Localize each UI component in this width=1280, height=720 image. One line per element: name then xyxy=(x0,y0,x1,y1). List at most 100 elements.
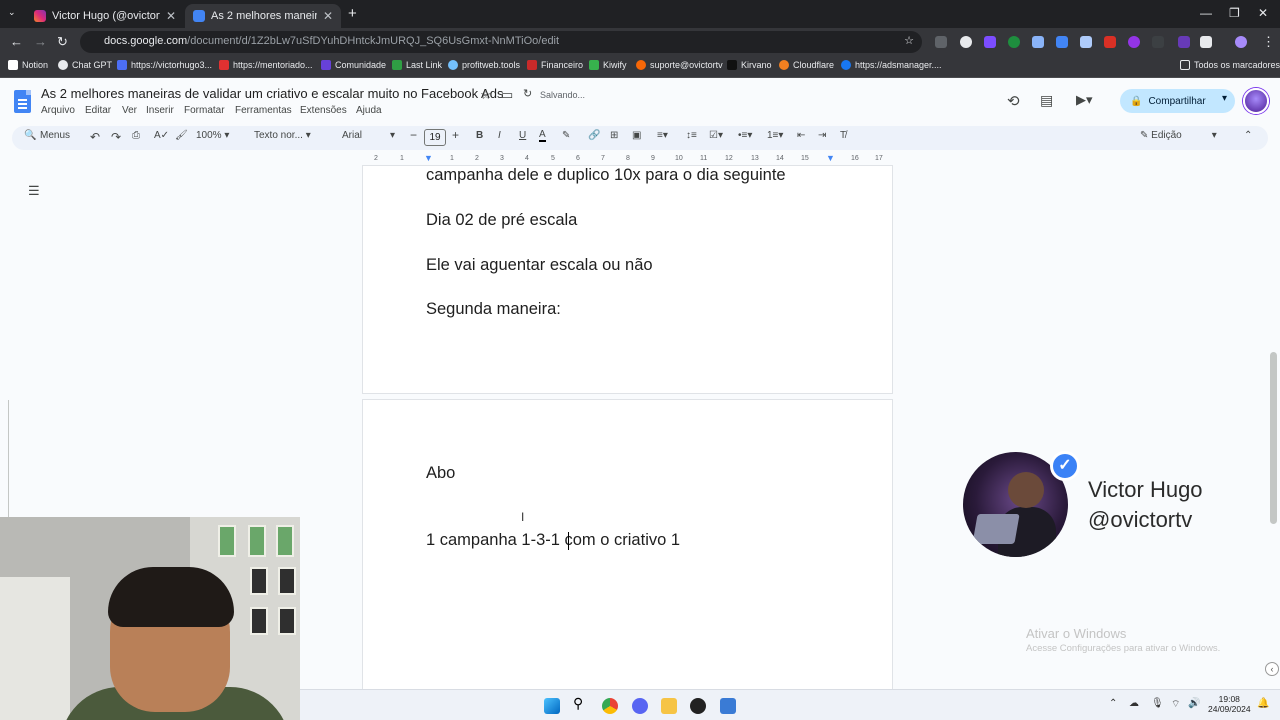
network-icon[interactable]: ☁ xyxy=(1129,698,1139,709)
document-line[interactable]: campanha dele e duplico 10x para o dia s… xyxy=(426,166,786,185)
bookmark-item[interactable]: Kirvano xyxy=(727,60,772,70)
checklist-icon[interactable]: ☑▾ xyxy=(709,130,723,141)
bulleted-list-icon[interactable]: •≡▾ xyxy=(738,130,752,141)
maximize-icon[interactable]: ❐ xyxy=(1229,6,1240,20)
discord-icon[interactable] xyxy=(632,698,648,714)
google-docs-logo-icon[interactable] xyxy=(14,90,31,113)
notifications-bell-icon[interactable]: 🔔 xyxy=(1257,698,1269,709)
new-tab-button[interactable]: + xyxy=(348,5,357,22)
chrome-icon[interactable] xyxy=(602,698,618,714)
bookmark-item[interactable]: https://mentoriado... xyxy=(219,60,313,70)
extension-icon[interactable] xyxy=(935,36,947,48)
microphone-icon[interactable]: 🎙 xyxy=(1151,698,1164,709)
bookmark-item[interactable]: https://victorhugo3... xyxy=(117,60,212,70)
extension-icon[interactable] xyxy=(960,36,972,48)
bookmark-item[interactable]: profitweb.tools xyxy=(448,60,520,70)
decrease-indent-icon[interactable]: ⇤ xyxy=(797,130,805,141)
extension-icon[interactable] xyxy=(1032,36,1044,48)
menu-ferramentas[interactable]: Ferramentas xyxy=(235,105,292,116)
document-line[interactable]: Abo xyxy=(426,464,455,483)
document-outline-icon[interactable]: ☰ xyxy=(28,183,40,199)
menu-extensoes[interactable]: Extensões xyxy=(300,105,347,116)
bookmark-item[interactable]: Kiwify xyxy=(589,60,627,70)
address-bar[interactable]: docs.google.com/document/d/1Z2bLw7uSfDYu… xyxy=(80,31,922,53)
editing-mode-select[interactable]: ✎ Edição ▾ xyxy=(1140,130,1217,141)
italic-icon[interactable]: I xyxy=(498,130,501,141)
search-icon[interactable]: ⚲ xyxy=(573,695,589,711)
share-dropdown-icon[interactable]: ▾ xyxy=(1222,93,1227,104)
clear-formatting-icon[interactable]: T̸ xyxy=(840,130,846,141)
obs-icon[interactable] xyxy=(690,698,706,714)
menu-formatar[interactable]: Formatar xyxy=(184,105,225,116)
bookmark-item[interactable]: Last Link xyxy=(392,60,442,70)
zoom-select[interactable]: 100% ▾ xyxy=(196,130,229,141)
text-color-icon[interactable]: A xyxy=(539,130,546,142)
file-explorer-icon[interactable] xyxy=(661,698,677,714)
redo-icon[interactable]: ↷ xyxy=(111,130,121,144)
line-spacing-icon[interactable]: ↕≡ xyxy=(686,130,697,141)
calculator-icon[interactable] xyxy=(720,698,736,714)
minimize-icon[interactable]: — xyxy=(1200,6,1212,20)
side-panel-expand-icon[interactable]: ‹ xyxy=(1265,662,1279,676)
profile-avatar-icon[interactable] xyxy=(1235,36,1247,48)
bookmark-item[interactable]: Notion xyxy=(8,60,48,70)
share-button[interactable]: 🔒 Compartilhar ▾ xyxy=(1120,89,1235,113)
comments-icon[interactable]: ▤ xyxy=(1040,92,1053,109)
reload-icon[interactable]: ↻ xyxy=(57,34,68,50)
insert-link-icon[interactable]: 🔗 xyxy=(588,130,600,141)
document-line[interactable]: Dia 02 de pré escala xyxy=(426,211,577,230)
document-title[interactable]: As 2 melhores maneiras de validar um cri… xyxy=(41,86,503,101)
bookmark-item[interactable]: Comunidade xyxy=(321,60,386,70)
browser-menu-icon[interactable]: ⋮ xyxy=(1262,34,1275,50)
extension-icon[interactable] xyxy=(1128,36,1140,48)
bookmark-item[interactable]: Cloudflare xyxy=(779,60,834,70)
undo-icon[interactable]: ↶ xyxy=(90,130,100,144)
decrease-font-size-icon[interactable]: − xyxy=(410,128,417,142)
menu-inserir[interactable]: Inserir xyxy=(146,105,174,116)
volume-icon[interactable]: 🔊 xyxy=(1188,698,1200,709)
system-clock[interactable]: 19:08 24/09/2024 xyxy=(1208,694,1251,714)
move-folder-icon[interactable]: ▭ xyxy=(501,87,513,103)
horizontal-ruler[interactable]: 2 1 ▼ 1 2 3 4 5 6 7 8 9 10 11 12 13 14 1… xyxy=(362,153,892,165)
tab-instagram[interactable]: Victor Hugo (@ovictortv) • Foto ✕ xyxy=(26,4,184,28)
tray-chevron-icon[interactable]: ⌃ xyxy=(1109,698,1117,709)
bookmark-item[interactable]: suporte@ovictortv xyxy=(636,60,723,70)
print-icon[interactable]: ⎙ xyxy=(132,130,140,141)
indent-marker-icon[interactable]: ▼ xyxy=(424,153,433,163)
vertical-scrollbar[interactable] xyxy=(1270,352,1277,524)
extension-icon[interactable] xyxy=(1008,36,1020,48)
star-icon[interactable]: ☆ xyxy=(480,87,492,103)
bold-icon[interactable]: B xyxy=(476,130,483,141)
paint-format-icon[interactable]: 🖌 xyxy=(175,130,188,141)
bookmark-folder-all[interactable]: Todos os marcadores xyxy=(1180,60,1280,70)
right-indent-marker-icon[interactable]: ▼ xyxy=(826,153,835,163)
increase-indent-icon[interactable]: ⇥ xyxy=(818,130,826,141)
increase-font-size-icon[interactable]: + xyxy=(452,128,459,142)
tab-search-icon[interactable]: ⌄ xyxy=(8,7,16,18)
menu-arquivo[interactable]: Arquivo xyxy=(41,105,75,116)
document-line[interactable]: 1 campanha 1-3-1 com o criativo 1 xyxy=(426,531,680,550)
bookmark-item[interactable]: Chat GPT xyxy=(58,60,112,70)
version-history-icon[interactable]: ⟲ xyxy=(1007,92,1020,110)
extensions-puzzle-icon[interactable] xyxy=(1200,36,1212,48)
extension-icon[interactable] xyxy=(1178,36,1190,48)
add-comment-icon[interactable]: ⊞ xyxy=(610,130,618,141)
extension-icon[interactable] xyxy=(1056,36,1068,48)
forward-icon[interactable]: → xyxy=(34,34,47,49)
style-select[interactable]: Texto nor... ▾ xyxy=(254,130,311,141)
document-line[interactable]: Segunda maneira: xyxy=(426,300,561,319)
back-icon[interactable]: ← xyxy=(10,34,23,49)
close-icon[interactable]: ✕ xyxy=(323,9,333,23)
highlight-icon[interactable]: ✎ xyxy=(562,130,570,141)
wifi-icon[interactable]: ⌔ xyxy=(1171,698,1180,711)
bookmark-item[interactable]: https://adsmanager.... xyxy=(841,60,942,70)
extension-icon[interactable] xyxy=(1080,36,1092,48)
spellcheck-icon[interactable]: A✓ xyxy=(154,130,169,141)
tab-google-docs[interactable]: As 2 melhores maneiras de valid ✕ xyxy=(185,4,341,28)
numbered-list-icon[interactable]: 1≡▾ xyxy=(767,130,783,141)
menu-ajuda[interactable]: Ajuda xyxy=(356,105,382,116)
insert-image-icon[interactable]: ▣ xyxy=(632,130,641,141)
user-avatar[interactable] xyxy=(1243,88,1269,114)
windows-start-icon[interactable] xyxy=(544,698,560,714)
align-icon[interactable]: ≡▾ xyxy=(657,130,668,141)
